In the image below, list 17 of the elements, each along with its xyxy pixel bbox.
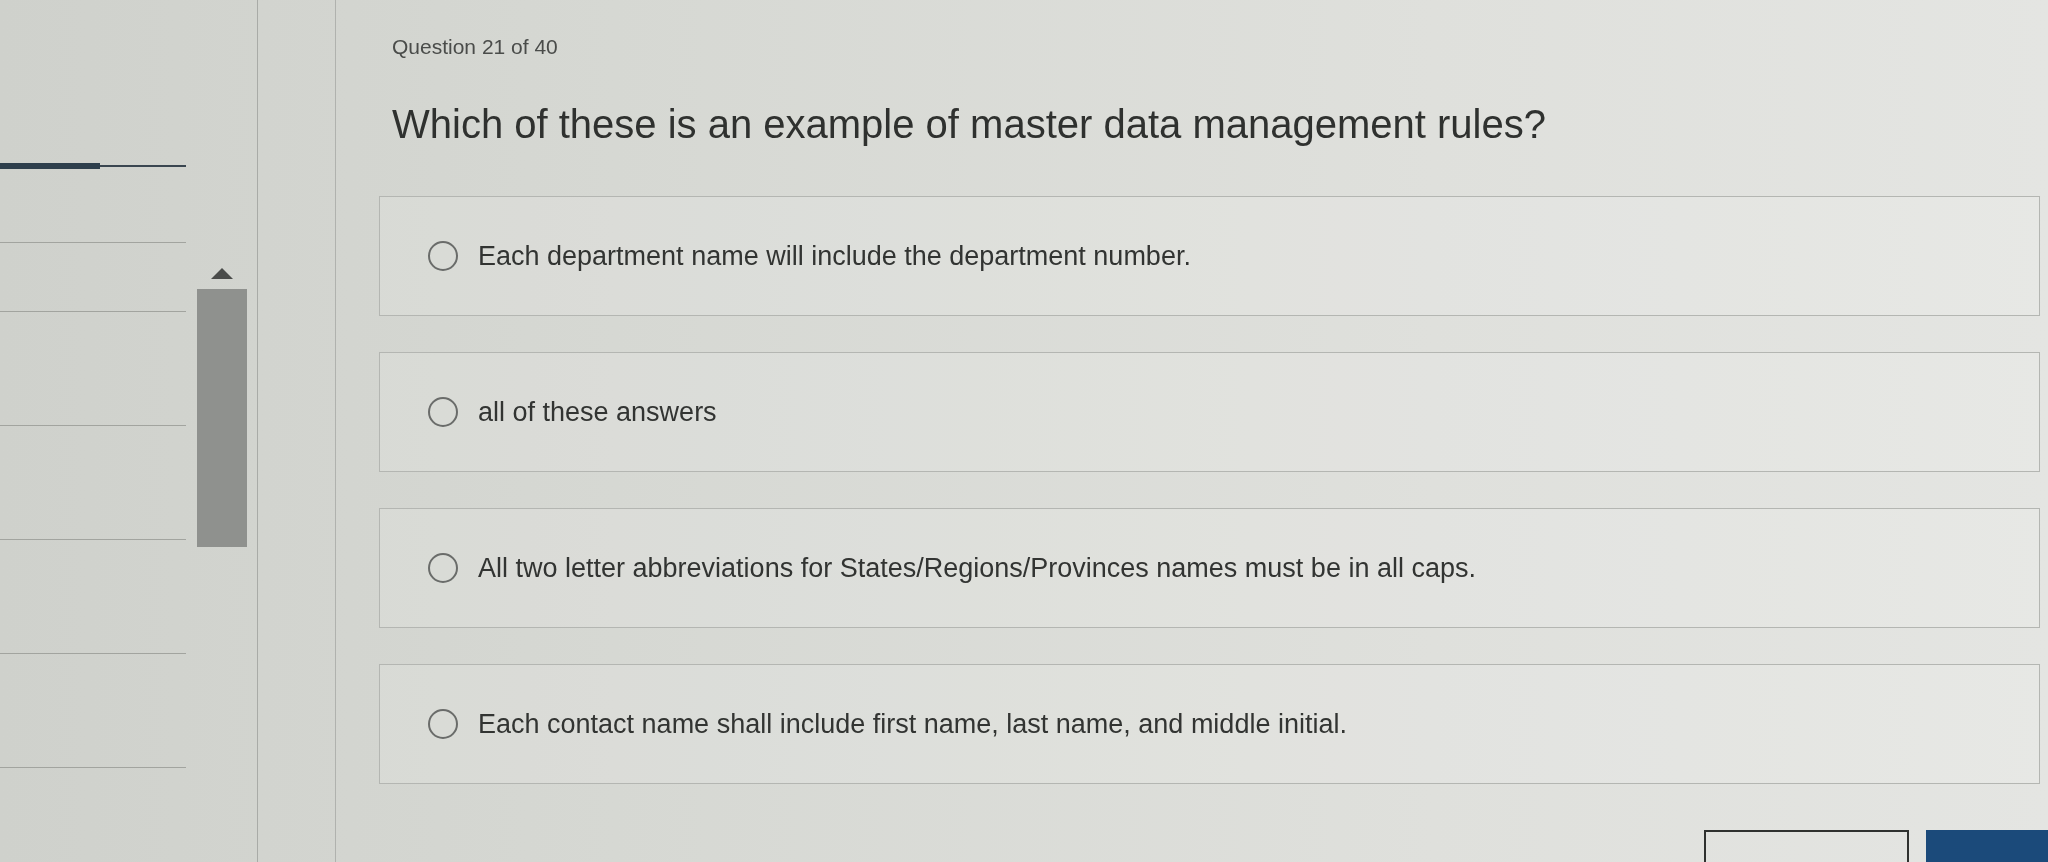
answer-option[interactable]: all of these answers xyxy=(379,352,2040,472)
radio-button[interactable] xyxy=(428,709,458,739)
option-text: Each contact name shall include first name, last name, and middle initial. xyxy=(478,708,1347,741)
option-text: Each department name will include the department number. xyxy=(478,240,1191,273)
question-text: Which of these is an example of master data management rules? xyxy=(391,101,1546,148)
answer-option[interactable]: Each department name will include the department number. xyxy=(379,196,2040,316)
scrollbar-thumb[interactable] xyxy=(196,289,247,547)
option-text: All two letter abbreviations for States/Regions/Provinces names must be in all caps. xyxy=(478,552,1476,585)
answer-option[interactable]: Each contact name shall include first name, last name, and middle initial. xyxy=(379,664,2040,784)
radio-button[interactable] xyxy=(428,553,458,583)
outline-button[interactable] xyxy=(1704,830,1909,862)
radio-button[interactable] xyxy=(428,241,458,271)
scroll-up-arrow-icon[interactable] xyxy=(210,268,233,279)
answer-option[interactable]: All two letter abbreviations for States/Regions/Provinces names must be in all caps. xyxy=(379,508,2040,628)
question-counter: Question 21 of 40 xyxy=(391,35,558,59)
radio-button[interactable] xyxy=(428,397,458,427)
option-text: all of these answers xyxy=(478,396,717,429)
